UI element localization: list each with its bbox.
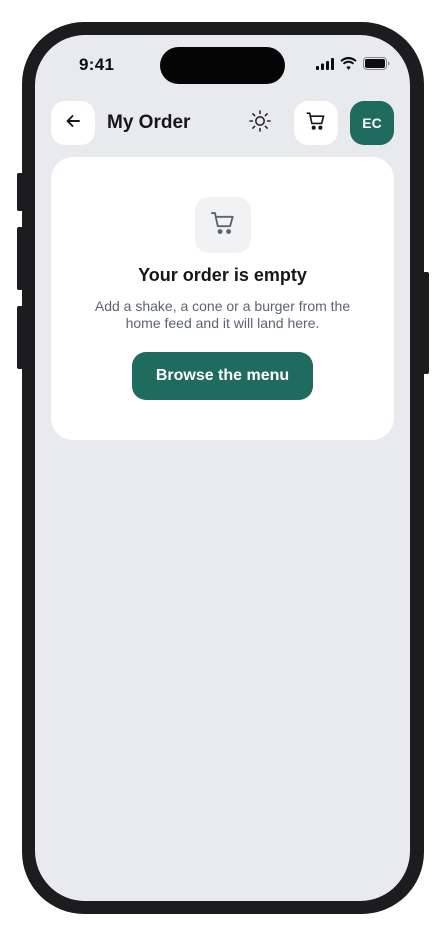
volume-up-button [17,227,23,290]
empty-cart-badge [195,197,251,253]
sun-icon [248,109,272,138]
empty-state-description: Add a shake, a cone or a burger from the… [94,298,351,331]
empty-order-card: Your order is empty Add a shake, a cone … [51,157,394,440]
volume-down-button [17,306,23,369]
user-avatar[interactable]: EC [350,101,394,145]
battery-icon [363,57,390,75]
theme-toggle-button[interactable] [238,101,282,145]
page-title: My Order [107,112,191,133]
browse-menu-button[interactable]: Browse the menu [132,352,313,400]
status-icons [316,57,390,75]
empty-state-title: Your order is empty [138,265,307,285]
wifi-icon [340,57,357,75]
shopping-cart-icon [209,209,237,242]
status-time: 9:41 [79,55,115,74]
app-header: My Order EC [51,101,394,145]
back-button[interactable] [51,101,95,145]
app-screen: 9:41 My Order EC Your order is empty Add… [35,35,410,901]
dynamic-island [160,47,285,84]
arrow-left-icon [64,112,82,135]
action-button [17,173,23,211]
cart-button[interactable] [294,101,338,145]
cellular-signal-icon [316,57,334,75]
power-button [423,272,429,374]
shopping-cart-icon [305,110,327,137]
